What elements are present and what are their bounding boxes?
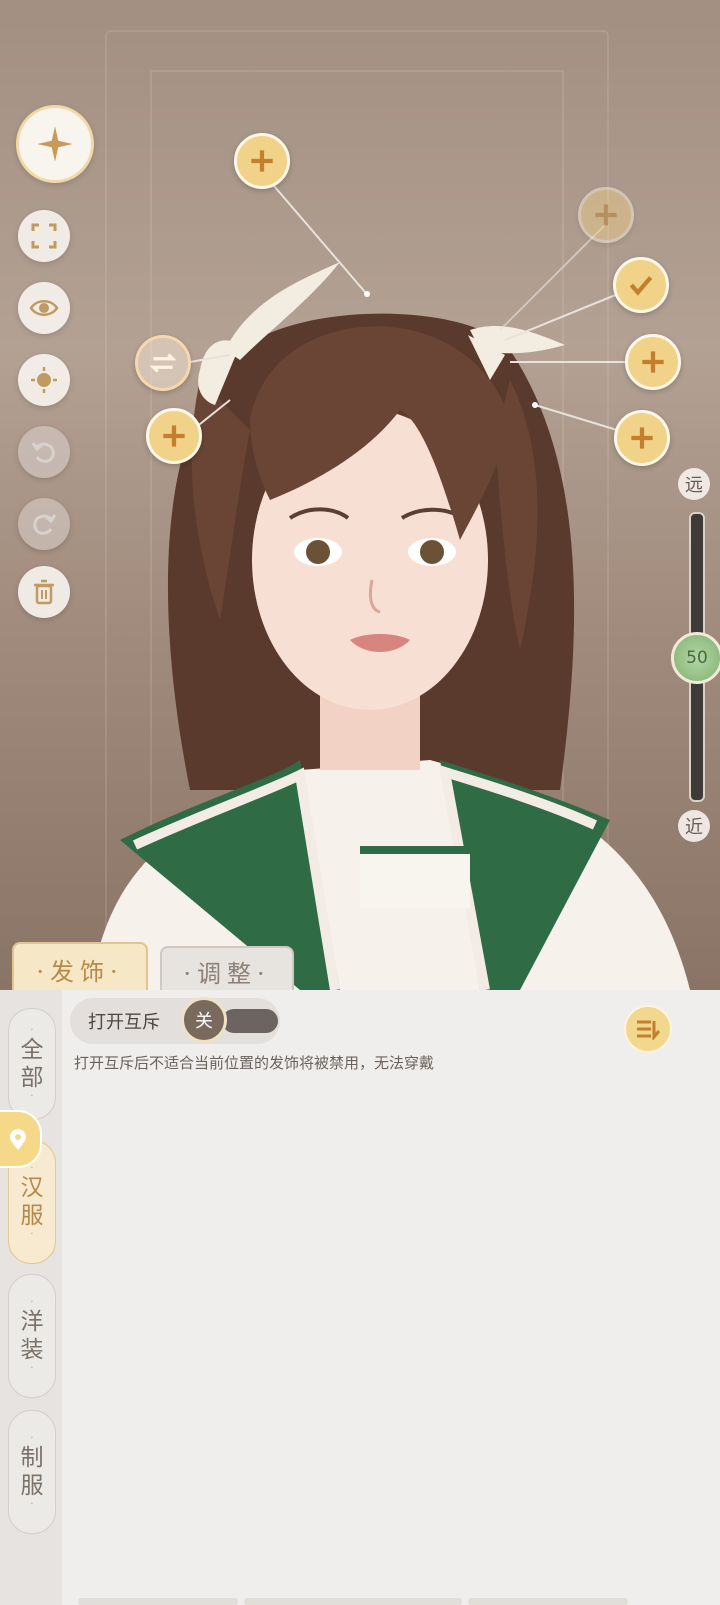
sidebar-item-all[interactable]: · 全 部 ·: [8, 1008, 56, 1120]
sort-filter-button[interactable]: [624, 1005, 672, 1053]
sidebar-item-label: 服: [20, 1203, 44, 1229]
undo-icon: [31, 442, 55, 463]
sidebar-item-label: 全: [20, 1037, 44, 1063]
plus-icon: [642, 351, 664, 373]
add-accessory-slot-top[interactable]: [234, 133, 290, 189]
sidebar-item-label: 装: [20, 1337, 44, 1363]
sort-list-icon: [637, 1020, 661, 1040]
scroll-indicator: [468, 1598, 628, 1605]
add-accessory-slot-disabled[interactable]: [578, 187, 634, 243]
plus-icon: [595, 204, 617, 226]
plus-icon: [163, 425, 185, 447]
zoom-near-label: 近: [678, 810, 710, 842]
redo-icon: [33, 514, 57, 535]
add-accessory-slot-right-2[interactable]: [614, 410, 670, 466]
tab-accessory[interactable]: ·发饰·: [12, 942, 148, 990]
home-compass-button[interactable]: [16, 105, 94, 183]
accessory-list-panel: [0, 990, 720, 1605]
assistant-icon: [10, 1129, 26, 1150]
delete-button[interactable]: [18, 566, 70, 618]
character-preview[interactable]: 远 50 近 ·发饰· ·调整·: [0, 0, 720, 990]
trash-icon: [34, 579, 54, 605]
plus-icon: [631, 427, 653, 449]
fullscreen-button[interactable]: [18, 210, 70, 262]
sidebar-item-label: 服: [20, 1473, 44, 1499]
undo-button[interactable]: [18, 426, 70, 478]
sidebar-item-label: 汉: [20, 1175, 44, 1201]
zoom-slider-thumb[interactable]: 50: [671, 632, 720, 684]
mutex-toggle-label: 打开互斥: [88, 1012, 160, 1033]
view-toggle-button[interactable]: [18, 282, 70, 334]
plus-icon: [251, 150, 273, 172]
scroll-indicator: [244, 1598, 462, 1605]
light-icon: [31, 367, 57, 393]
lighting-button[interactable]: [18, 354, 70, 406]
sidebar-item-label: 部: [20, 1065, 44, 1091]
add-accessory-slot-right-1[interactable]: [625, 334, 681, 390]
mutex-hint-text: 打开互斥后不适合当前位置的发饰将被禁用，无法穿戴: [74, 1054, 435, 1072]
zoom-far-label: 远: [678, 468, 710, 500]
compass-star-icon: [37, 126, 73, 162]
sidebar-item-label: 制: [20, 1445, 44, 1471]
eye-icon: [29, 300, 59, 316]
sidebar-item-western[interactable]: · 洋 装 ·: [8, 1274, 56, 1398]
sidebar-item-label: 洋: [20, 1309, 44, 1335]
redo-button[interactable]: [18, 498, 70, 550]
scroll-indicator: [78, 1598, 238, 1605]
tab-adjust[interactable]: ·调整·: [160, 946, 294, 990]
add-accessory-slot-left[interactable]: [146, 408, 202, 464]
checkmark-icon: [629, 276, 653, 296]
mutex-toggle-switch[interactable]: 关: [181, 997, 227, 1043]
swap-arrows-icon: [149, 353, 177, 373]
character-model: [90, 171, 690, 990]
sidebar-item-uniform[interactable]: · 制 服 ·: [8, 1410, 56, 1534]
mutex-toggle-track[interactable]: [222, 1009, 278, 1033]
floating-assistant-button[interactable]: [0, 1110, 42, 1168]
swap-accessory-slot[interactable]: [135, 335, 191, 391]
fullscreen-icon: [31, 223, 57, 249]
selected-accessory-slot[interactable]: [613, 257, 669, 313]
